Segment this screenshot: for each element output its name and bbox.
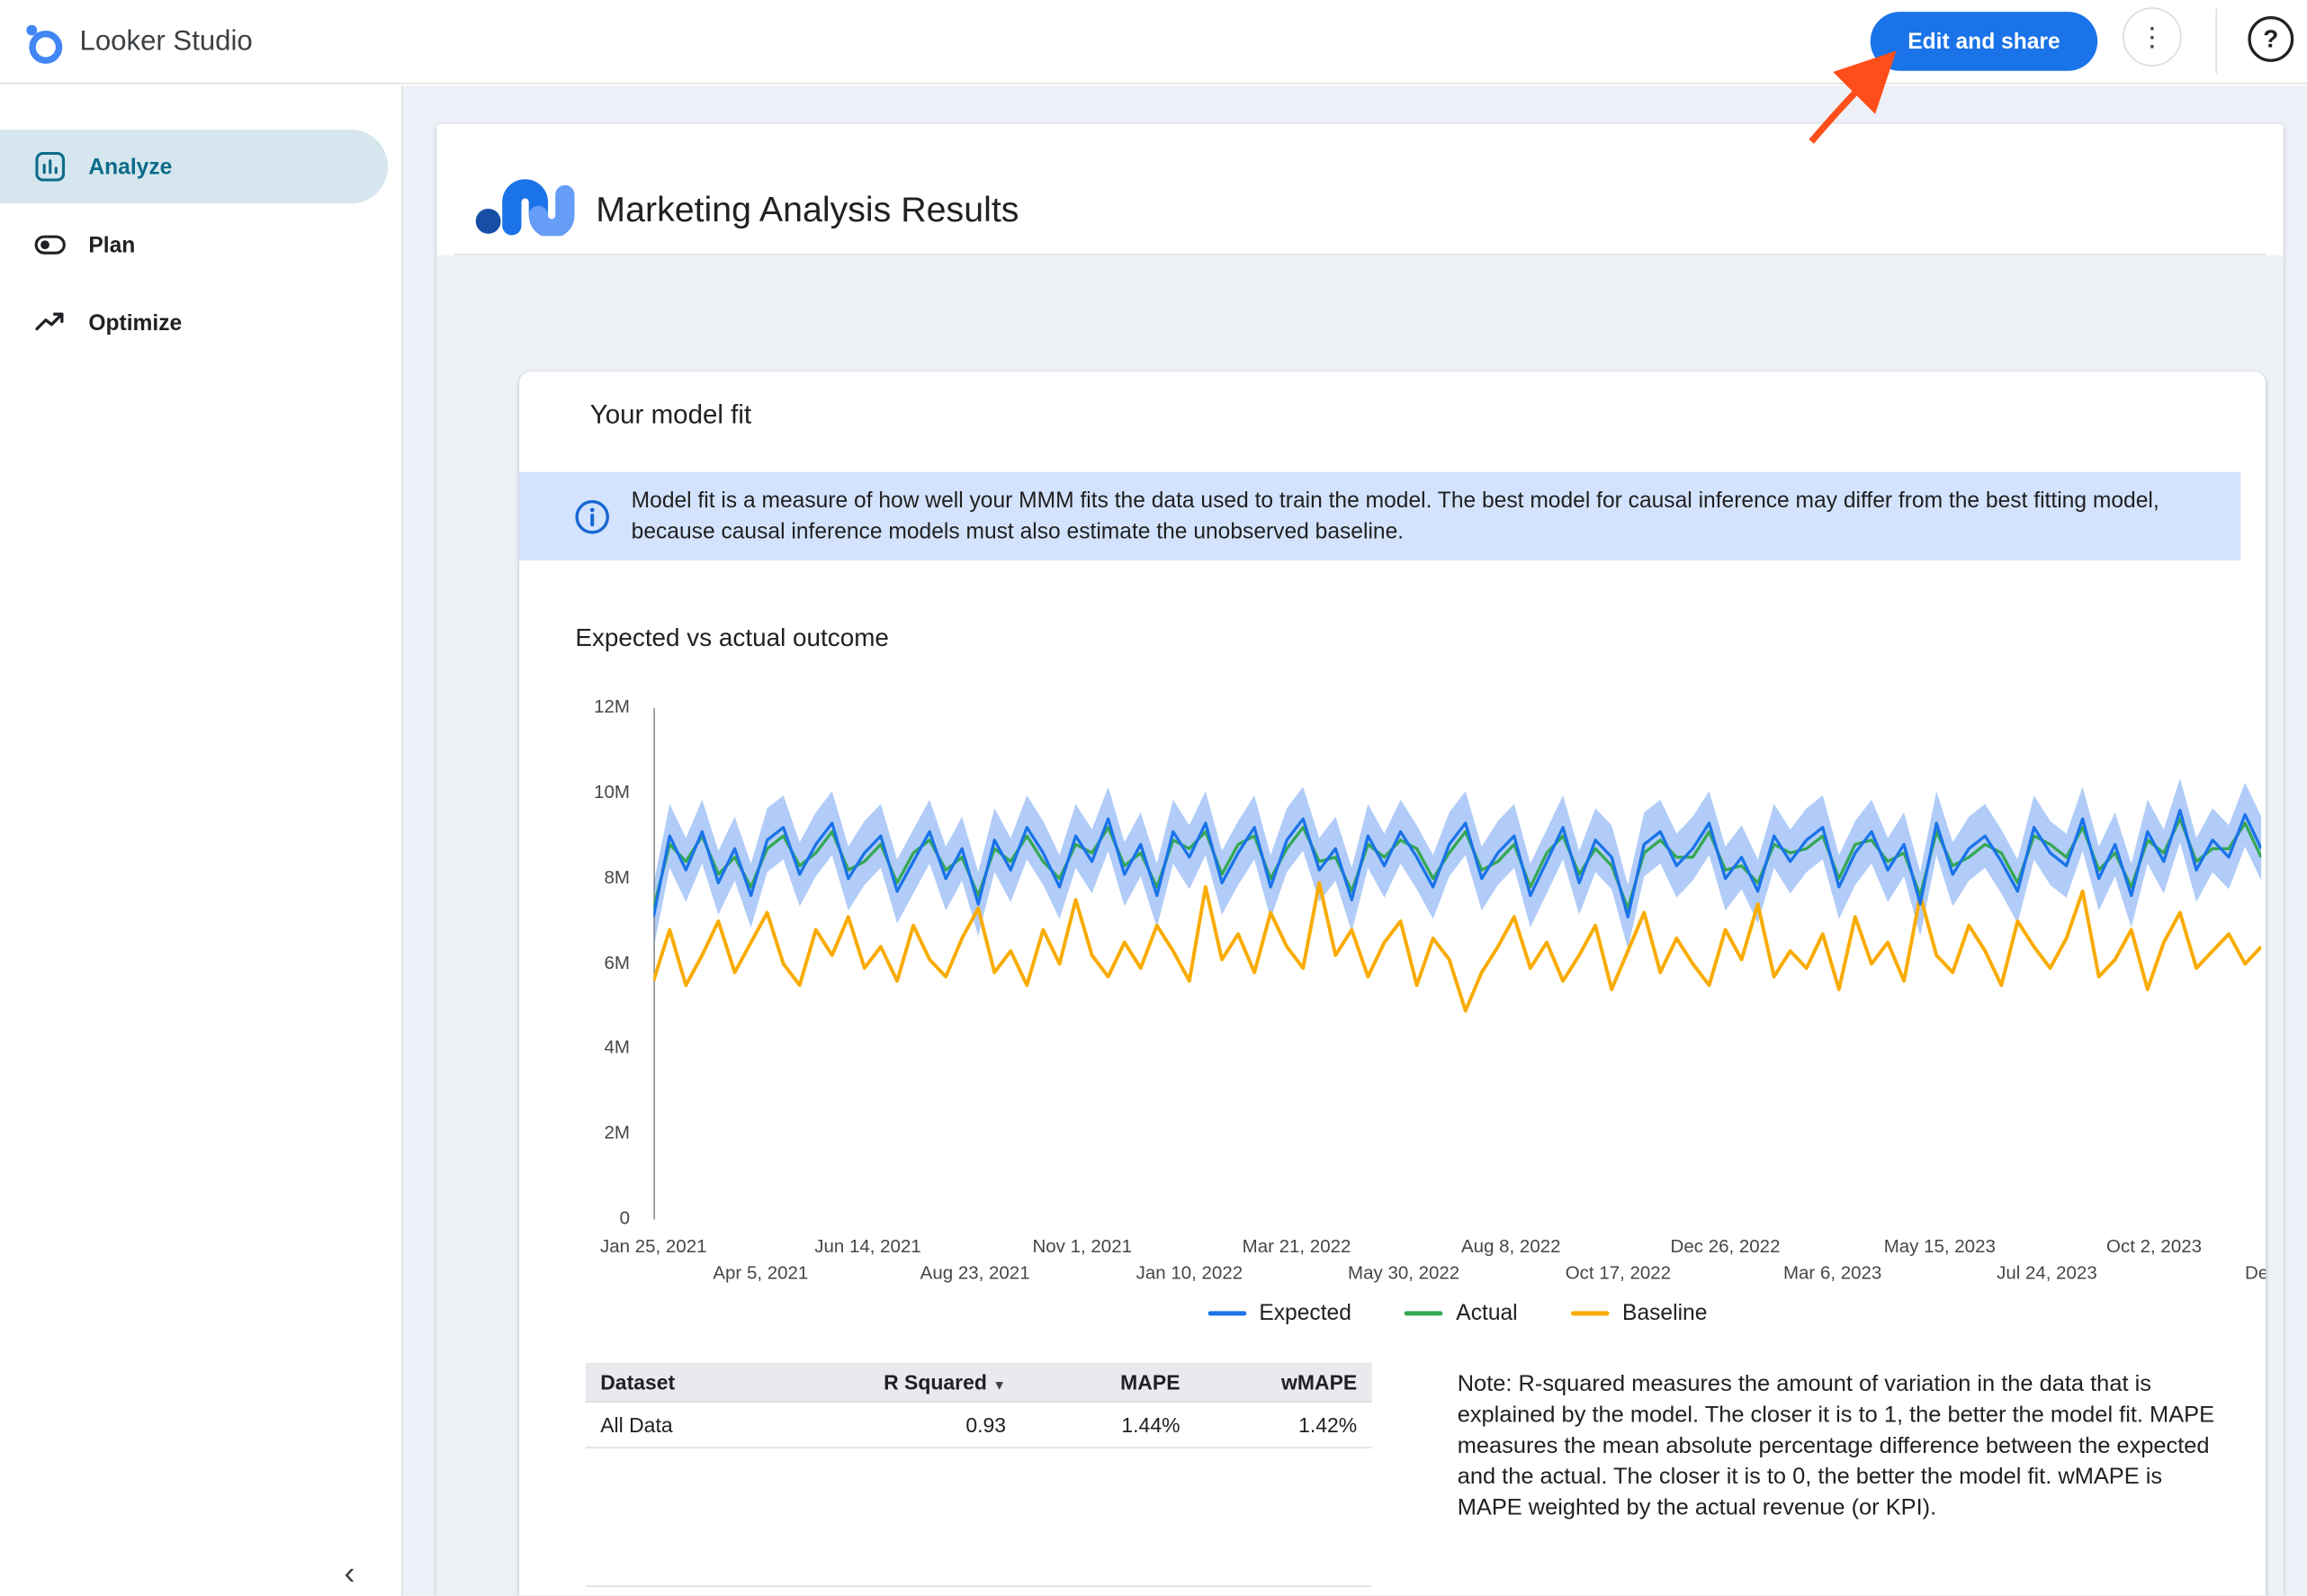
legend-item-actual[interactable]: Actual xyxy=(1405,1300,1518,1325)
optimize-trending-up-icon xyxy=(32,305,67,340)
more-options-button[interactable]: ⋮ xyxy=(2123,7,2182,67)
sidebar-item-label: Analyze xyxy=(88,154,172,179)
x-tick-label: May 30, 2022 xyxy=(1348,1262,1459,1283)
column-header-r-squared[interactable]: R Squared▼ xyxy=(807,1370,1021,1394)
column-header-mape[interactable]: MAPE xyxy=(1020,1370,1194,1394)
x-tick-label: Apr 5, 2021 xyxy=(713,1262,808,1283)
cell-wmape: 1.42% xyxy=(1195,1413,1372,1437)
help-button[interactable]: ? xyxy=(2248,16,2294,62)
cell-r-squared: 0.93 xyxy=(807,1413,1021,1437)
legend-item-baseline[interactable]: Baseline xyxy=(1571,1300,1708,1325)
cell-dataset: All Data xyxy=(586,1413,807,1437)
app-title: Looker Studio xyxy=(80,0,253,84)
x-tick-label: Dec xyxy=(2245,1262,2266,1283)
model-fit-card: Your model fit Model fit is a measure of… xyxy=(519,372,2266,1596)
chart-plot-area[interactable] xyxy=(653,708,2261,1220)
sidebar-item-optimize[interactable]: Optimize xyxy=(0,286,388,360)
chart-title: Expected vs actual outcome xyxy=(575,623,889,653)
sidebar-item-label: Optimize xyxy=(88,310,182,336)
report-page: Marketing Analysis Results Your model fi… xyxy=(436,124,2284,1596)
x-tick-label: Aug 23, 2021 xyxy=(920,1262,1030,1283)
x-tick-label: Aug 8, 2022 xyxy=(1461,1236,1561,1257)
legend-item-expected[interactable]: Expected xyxy=(1207,1300,1351,1325)
x-tick-label: Oct 17, 2022 xyxy=(1566,1262,1671,1283)
info-icon xyxy=(574,498,611,534)
meridian-logo-icon xyxy=(475,166,579,237)
model-fit-table: Dataset R Squared▼ MAPE wMAPE All Data 0… xyxy=(586,1363,1372,1587)
header-divider xyxy=(2215,9,2217,74)
info-banner: Model fit is a measure of how well your … xyxy=(519,472,2240,560)
actual-line-swatch xyxy=(1405,1311,1443,1315)
baseline-line-swatch xyxy=(1571,1311,1610,1315)
question-mark-icon: ? xyxy=(2263,24,2278,52)
y-tick-label: 4M xyxy=(565,1037,630,1058)
y-tick-label: 6M xyxy=(565,952,630,973)
x-tick-label: Mar 6, 2023 xyxy=(1783,1262,1881,1283)
x-tick-label: Jan 10, 2022 xyxy=(1136,1262,1243,1283)
main-content-area: Marketing Analysis Results Your model fi… xyxy=(403,85,2307,1596)
table-header-row: Dataset R Squared▼ MAPE wMAPE xyxy=(586,1363,1372,1403)
y-tick-label: 8M xyxy=(565,866,630,887)
x-tick-label: May 15, 2023 xyxy=(1884,1236,1996,1257)
table-empty-body xyxy=(586,1448,1372,1587)
top-app-bar: Looker Studio Edit and share ⋮ ? xyxy=(0,0,2307,84)
x-tick-label: Mar 21, 2022 xyxy=(1243,1236,1351,1257)
sidebar-item-analyze[interactable]: Analyze xyxy=(0,130,388,203)
timeseries-chart xyxy=(653,708,2261,1220)
x-tick-label: Jan 25, 2021 xyxy=(600,1236,707,1257)
y-tick-label: 12M xyxy=(565,696,630,717)
x-tick-label: Oct 2, 2023 xyxy=(2106,1236,2202,1257)
plan-toggle-icon xyxy=(32,227,67,262)
model-fit-section-background: Your model fit Model fit is a measure of… xyxy=(436,256,2284,1596)
table-row: All Data 0.93 1.44% 1.42% xyxy=(586,1403,1372,1448)
expected-line-swatch xyxy=(1207,1311,1246,1315)
x-tick-label: Nov 1, 2021 xyxy=(1032,1236,1132,1257)
app-window: Looker Studio Edit and share ⋮ ? Analyze xyxy=(0,0,2307,1596)
x-tick-label: Dec 26, 2022 xyxy=(1671,1236,1781,1257)
model-fit-note: Note: R-squared measures the amount of v… xyxy=(1458,1368,2231,1523)
left-nav-sidebar: Analyze Plan Optimize ‹ xyxy=(0,85,403,1596)
analyze-chart-icon xyxy=(32,149,67,184)
sidebar-item-plan[interactable]: Plan xyxy=(0,208,388,282)
sidebar-item-label: Plan xyxy=(88,232,135,257)
chart-legend: Expected Actual Baseline xyxy=(653,1298,2261,1328)
chevron-left-icon: ‹ xyxy=(345,1555,355,1592)
collapse-sidebar-button[interactable]: ‹ xyxy=(330,1555,369,1593)
y-tick-label: 0 xyxy=(565,1208,630,1229)
legend-label: Baseline xyxy=(1622,1300,1707,1325)
vertical-ellipsis-icon: ⋮ xyxy=(2139,22,2166,52)
report-title: Marketing Analysis Results xyxy=(596,190,1019,231)
chart-x-axis-labels: Jan 25, 2021Apr 5, 2021Jun 14, 2021Aug 2… xyxy=(653,1233,2261,1293)
x-tick-label: Jul 24, 2023 xyxy=(1997,1262,2097,1283)
y-tick-label: 10M xyxy=(565,782,630,802)
x-tick-label: Jun 14, 2021 xyxy=(814,1236,921,1257)
edit-and-share-button[interactable]: Edit and share xyxy=(1871,12,2097,71)
y-tick-label: 2M xyxy=(565,1123,630,1143)
card-title: Your model fit xyxy=(590,399,751,430)
legend-label: Expected xyxy=(1259,1300,1351,1325)
sort-descending-icon: ▼ xyxy=(992,1377,1006,1392)
column-header-wmape[interactable]: wMAPE xyxy=(1195,1370,1372,1394)
legend-label: Actual xyxy=(1456,1300,1517,1325)
chart-y-axis-labels: 12M10M8M6M4M2M0 xyxy=(565,708,642,1239)
looker-studio-logo-icon xyxy=(21,19,67,66)
info-banner-text: Model fit is a measure of how well your … xyxy=(632,485,2204,547)
cell-mape: 1.44% xyxy=(1020,1413,1194,1437)
column-header-dataset[interactable]: Dataset xyxy=(586,1370,807,1394)
